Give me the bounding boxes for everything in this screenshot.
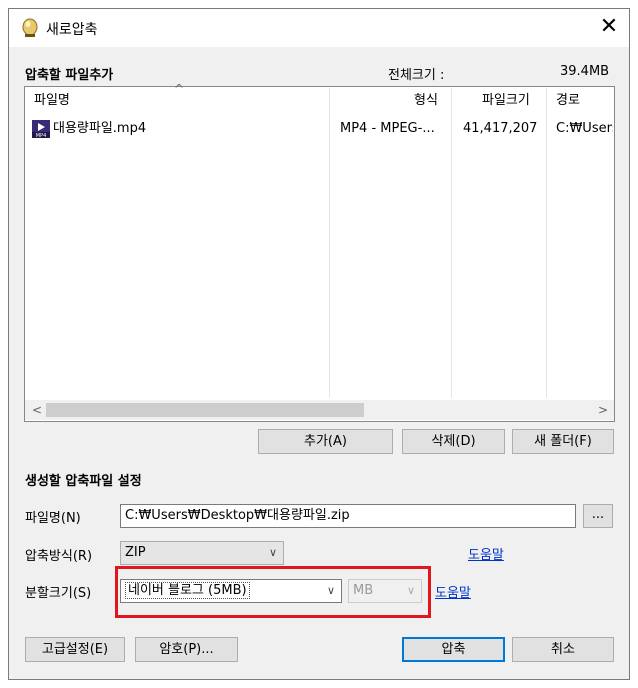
filename-label: 파일명(N) (25, 511, 81, 526)
app-icon (21, 18, 39, 38)
compression-method-label: 압축방식(R) (25, 549, 93, 564)
help-link-split[interactable]: 도움말 (435, 582, 471, 601)
password-button[interactable]: 암호(P)... (135, 637, 238, 662)
column-divider (329, 88, 330, 398)
compress-button[interactable]: 압축 (402, 637, 505, 662)
column-header-size[interactable]: 파일크기 (482, 88, 530, 114)
split-size-label: 분할크기(S) (25, 586, 92, 601)
new-folder-button[interactable]: 새 폴더(F) (512, 429, 614, 454)
file-row-name[interactable]: 대용량파일.mp4 (53, 117, 323, 141)
column-header-path[interactable]: 경로 (556, 88, 580, 114)
chevron-down-icon: ∨ (268, 546, 277, 559)
file-row-path: C:₩Users (556, 121, 613, 136)
add-files-section-title: 압축할 파일추가 (25, 68, 114, 83)
total-size-value: 39.4MB (560, 64, 610, 79)
window-title: 새로압축 (46, 22, 98, 38)
column-header-name[interactable]: 파일명 (34, 88, 70, 114)
total-size-label: 전체크기 : (388, 68, 445, 83)
close-icon[interactable]: ✕ (596, 13, 622, 41)
file-row-type: MP4 - MPEG-... (340, 121, 435, 136)
mp4-file-icon: MP4 (32, 120, 50, 139)
add-button[interactable]: 추가(A) (258, 429, 393, 454)
scrollbar-thumb[interactable] (46, 403, 364, 417)
column-header-type[interactable]: 형식 (414, 88, 438, 114)
browse-button[interactable]: ... (583, 504, 613, 528)
cancel-button[interactable]: 취소 (512, 637, 614, 662)
compression-method-value: ZIP (125, 545, 146, 560)
sort-indicator-icon: ^ (174, 82, 185, 96)
title-bar[interactable] (9, 9, 629, 47)
compression-method-select[interactable]: ZIP ∨ (120, 541, 284, 565)
highlight-box (115, 566, 431, 618)
delete-button[interactable]: 삭제(D) (402, 429, 505, 454)
filename-input[interactable]: C:₩Users₩Desktop₩대용량파일.zip (120, 504, 576, 528)
advanced-settings-button[interactable]: 고급설정(E) (25, 637, 125, 662)
archive-settings-section-title: 생성할 압축파일 설정 (25, 474, 142, 489)
scroll-right-icon[interactable]: > (593, 400, 613, 420)
column-divider (546, 88, 547, 398)
help-link-method[interactable]: 도움말 (468, 544, 504, 563)
scroll-left-icon[interactable]: < (27, 400, 47, 420)
file-row-size: 41,417,207 (463, 121, 538, 136)
svg-text:MP4: MP4 (36, 133, 47, 138)
column-divider (451, 88, 452, 398)
